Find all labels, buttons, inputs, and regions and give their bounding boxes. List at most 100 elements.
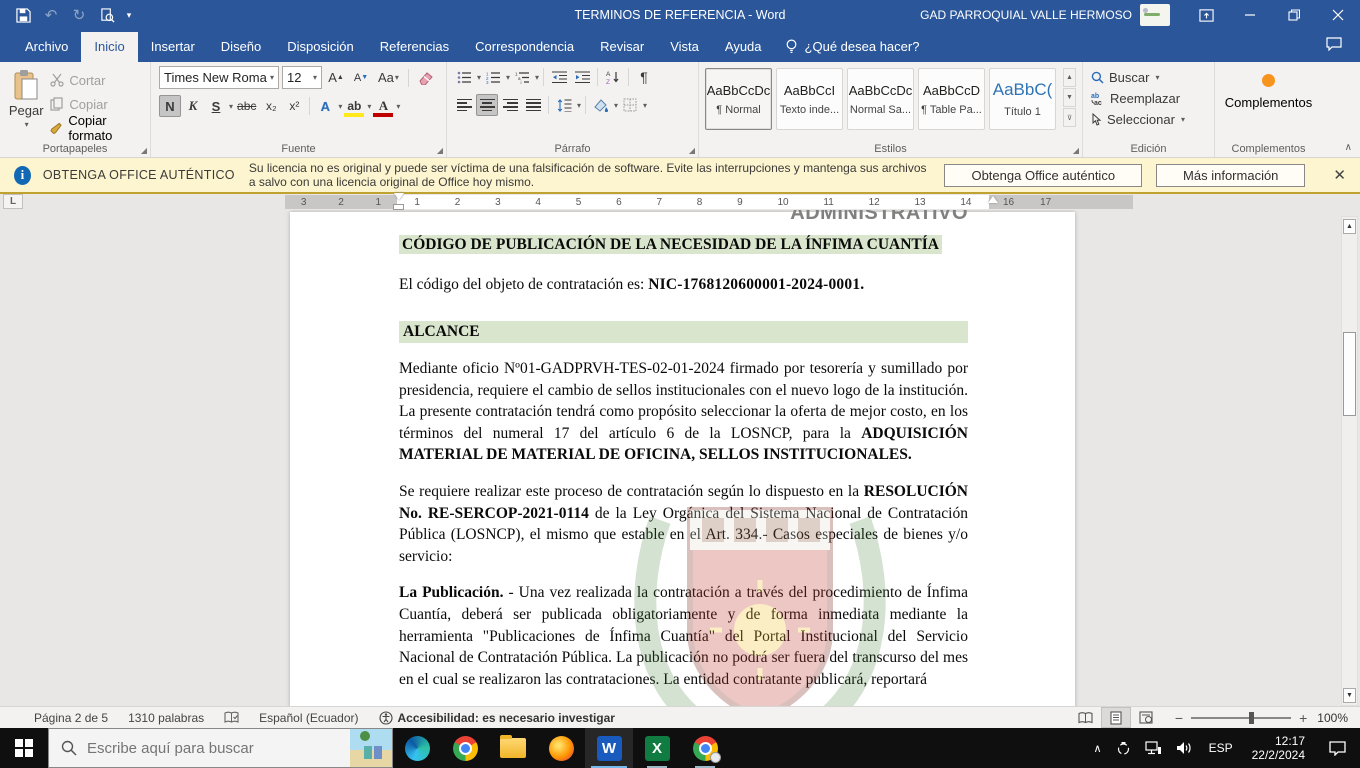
font-color-button[interactable]: A	[372, 95, 394, 117]
taskbar-edge-icon[interactable]	[393, 728, 441, 768]
numbering-dropdown-icon[interactable]: ▾	[506, 73, 510, 82]
language-indicator[interactable]: Español (Ecuador)	[249, 711, 368, 725]
comments-icon[interactable]	[1308, 37, 1360, 62]
copy-button[interactable]: Copiar	[50, 94, 148, 114]
print-preview-icon[interactable]	[94, 2, 120, 28]
close-button[interactable]	[1316, 0, 1360, 30]
grow-font-button[interactable]: A▲	[325, 67, 347, 89]
superscript-button[interactable]: x²	[283, 95, 305, 117]
font-dialog-launcher-icon[interactable]: ◢	[437, 146, 443, 155]
underline-dropdown-icon[interactable]: ▾	[229, 102, 233, 111]
taskbar-chrome-secondary-icon[interactable]	[681, 728, 729, 768]
align-center-button[interactable]	[476, 94, 498, 116]
tray-language[interactable]: ESP	[1200, 741, 1242, 755]
save-icon[interactable]	[10, 2, 36, 28]
taskbar-firefox-icon[interactable]	[537, 728, 585, 768]
tab-ayuda[interactable]: Ayuda	[712, 32, 775, 62]
page-indicator[interactable]: Página 2 de 5	[0, 711, 118, 725]
accessibility-status[interactable]: Accesibilidad: es necesario investigar	[369, 711, 625, 725]
tab-insertar[interactable]: Insertar	[138, 32, 208, 62]
clipboard-dialog-launcher-icon[interactable]: ◢	[141, 146, 147, 155]
styles-scroll-down-icon[interactable]: ▼	[1063, 88, 1076, 107]
search-highlight-image[interactable]	[350, 729, 392, 767]
clear-formatting-button[interactable]	[415, 67, 437, 89]
tab-diseno[interactable]: Diseño	[208, 32, 274, 62]
undo-icon[interactable]: ↶	[38, 2, 64, 28]
underline-button[interactable]: S	[205, 95, 227, 117]
replace-button[interactable]: abac Reemplazar	[1091, 88, 1212, 109]
change-case-button[interactable]: Aa▾	[375, 67, 402, 89]
tab-correspondencia[interactable]: Correspondencia	[462, 32, 587, 62]
ruler[interactable]: 321 1234567891011121314 1617	[285, 195, 1133, 209]
zoom-in-icon[interactable]: +	[1299, 710, 1307, 726]
shrink-font-button[interactable]: A▼	[350, 67, 372, 89]
minimize-button[interactable]	[1228, 0, 1272, 30]
start-button[interactable]	[0, 728, 48, 768]
highlight-button[interactable]: ab	[343, 95, 365, 117]
subscript-button[interactable]: x₂	[260, 95, 282, 117]
font-name-combo[interactable]: Times New Roma▾	[159, 66, 279, 89]
account-name[interactable]: GAD PARROQUIAL VALLE HERMOSO	[920, 8, 1132, 22]
scrollbar-thumb[interactable]	[1343, 332, 1356, 416]
style-texto-independiente[interactable]: AaBbCcI Texto inde...	[776, 68, 843, 130]
tab-stop-selector[interactable]: L	[3, 194, 23, 209]
increase-indent-button[interactable]	[571, 66, 593, 88]
ribbon-display-options-icon[interactable]	[1184, 0, 1228, 30]
style-normal-sa[interactable]: AaBbCcDc Normal Sa...	[847, 68, 914, 130]
first-line-indent-marker[interactable]	[394, 193, 404, 200]
zoom-slider[interactable]	[1191, 717, 1291, 719]
tab-revisar[interactable]: Revisar	[587, 32, 657, 62]
tray-show-hidden-icon[interactable]: ∧	[1087, 742, 1109, 755]
right-indent-marker[interactable]	[988, 196, 998, 203]
redo-icon[interactable]: ↻	[66, 2, 92, 28]
strikethrough-button[interactable]: abc	[234, 95, 259, 117]
line-spacing-button[interactable]	[553, 94, 575, 116]
line-spacing-dropdown-icon[interactable]: ▾	[577, 101, 581, 110]
text-effects-dropdown-icon[interactable]: ▾	[338, 102, 342, 111]
borders-button[interactable]	[619, 94, 641, 116]
proofing-icon[interactable]	[214, 711, 249, 724]
bold-button[interactable]: N	[159, 95, 181, 117]
font-size-combo[interactable]: 12▾	[282, 66, 322, 89]
align-left-button[interactable]	[453, 94, 475, 116]
taskbar-explorer-icon[interactable]	[489, 728, 537, 768]
taskbar-search[interactable]	[48, 728, 393, 768]
styles-dialog-launcher-icon[interactable]: ◢	[1073, 146, 1079, 155]
action-center-icon[interactable]	[1315, 741, 1360, 756]
close-warning-icon[interactable]: ✕	[1319, 166, 1360, 184]
document-page[interactable]: ADMINISTRATIVO CÓDIGO DE PUBLICACIÓN DE …	[290, 212, 1075, 706]
multilevel-dropdown-icon[interactable]: ▾	[535, 73, 539, 82]
show-paragraph-marks-button[interactable]: ¶	[633, 66, 655, 88]
print-layout-icon[interactable]	[1101, 707, 1131, 728]
shading-button[interactable]	[590, 94, 612, 116]
style-table-paragraph[interactable]: AaBbCcD ¶ Table Pa...	[918, 68, 985, 130]
paste-dropdown-icon[interactable]: ▾	[25, 120, 29, 129]
text-effects-button[interactable]: A	[314, 95, 336, 117]
read-mode-icon[interactable]	[1071, 707, 1101, 728]
multilevel-list-button[interactable]: 1ai	[511, 66, 533, 88]
justify-button[interactable]	[522, 94, 544, 116]
tell-me-box[interactable]: ¿Qué desea hacer?	[775, 32, 930, 62]
tab-disposicion[interactable]: Disposición	[274, 32, 366, 62]
search-input[interactable]	[87, 740, 297, 757]
paragraph-dialog-launcher-icon[interactable]: ◢	[689, 146, 695, 155]
tray-network-icon[interactable]	[1138, 741, 1169, 755]
italic-button[interactable]: K	[182, 95, 204, 117]
tray-sync-icon[interactable]	[1109, 741, 1138, 756]
account-avatar[interactable]	[1140, 4, 1170, 26]
borders-dropdown-icon[interactable]: ▾	[643, 101, 647, 110]
taskbar-word-icon[interactable]: W	[585, 728, 633, 768]
word-count[interactable]: 1310 palabras	[118, 711, 214, 725]
bullets-dropdown-icon[interactable]: ▾	[477, 73, 481, 82]
align-right-button[interactable]	[499, 94, 521, 116]
style-titulo-1[interactable]: AaBbC( Título 1	[989, 68, 1056, 130]
get-office-button[interactable]: Obtenga Office auténtico	[944, 164, 1142, 187]
highlight-dropdown-icon[interactable]: ▾	[367, 102, 371, 111]
sort-button[interactable]: AZ	[602, 66, 624, 88]
tab-referencias[interactable]: Referencias	[367, 32, 462, 62]
find-button[interactable]: Buscar▾	[1091, 67, 1212, 88]
taskbar-excel-icon[interactable]: X	[633, 728, 681, 768]
shading-dropdown-icon[interactable]: ▾	[614, 101, 618, 110]
style-normal[interactable]: AaBbCcDc ¶ Normal	[705, 68, 772, 130]
tab-archivo[interactable]: Archivo	[12, 32, 81, 62]
